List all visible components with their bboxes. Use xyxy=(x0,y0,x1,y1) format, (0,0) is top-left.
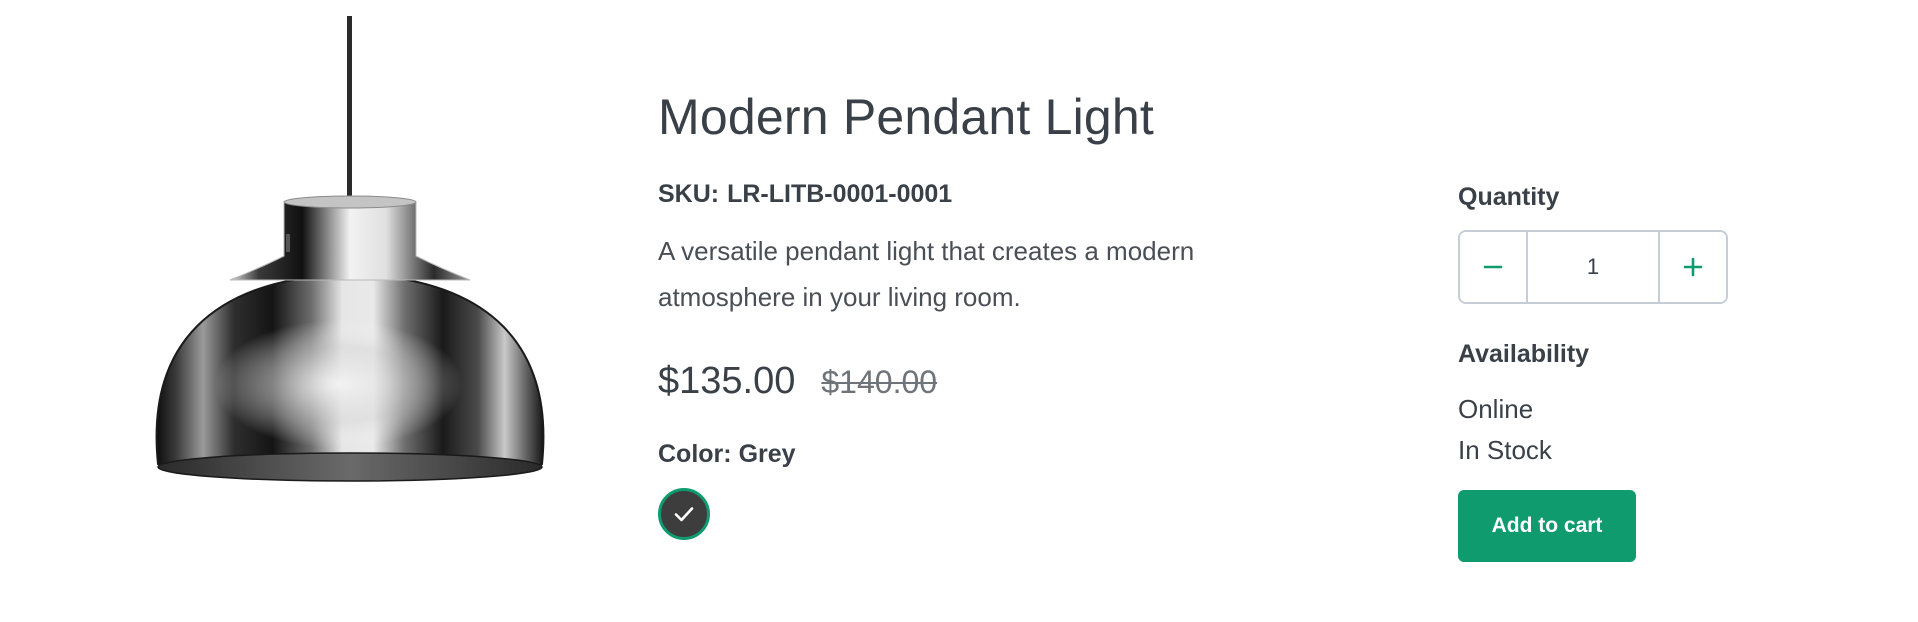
product-image xyxy=(140,16,560,596)
availability-channel: Online xyxy=(1458,394,1534,424)
product-page: Modern Pendant Light SKU: LR-LITB-0001-00… xyxy=(0,0,1918,622)
sku-value: LR-LITB-0001-0001 xyxy=(727,180,953,208)
pendant-lamp-image xyxy=(155,16,545,482)
quantity-input[interactable] xyxy=(1528,232,1658,302)
product-sku: SKU: LR-LITB-0001-0001 xyxy=(658,180,952,209)
product-title: Modern Pendant Light xyxy=(658,89,1155,145)
color-label: Color: xyxy=(658,440,732,468)
product-description: A versatile pendant light that creates a… xyxy=(658,236,1195,312)
add-to-cart-button[interactable]: Add to cart xyxy=(1458,490,1636,562)
availability-status: In Stock xyxy=(1458,435,1552,465)
color-swatch-grey[interactable] xyxy=(658,488,710,540)
increment-button[interactable] xyxy=(1658,232,1726,302)
minus-icon xyxy=(1483,265,1503,269)
color-value: Grey xyxy=(738,440,796,468)
plus-icon xyxy=(1683,257,1703,277)
color-selection-label: Color: Grey xyxy=(658,440,796,469)
availability-label: Availability xyxy=(1458,340,1590,368)
price-original: $140.00 xyxy=(821,364,938,400)
quantity-label: Quantity xyxy=(1458,183,1560,211)
decrement-button[interactable] xyxy=(1460,232,1528,302)
quantity-stepper xyxy=(1458,230,1728,304)
price-current: $135.00 xyxy=(658,360,796,402)
price-row: $135.00 $140.00 xyxy=(658,360,937,403)
sku-label: SKU: xyxy=(658,180,720,208)
check-icon xyxy=(674,507,694,522)
